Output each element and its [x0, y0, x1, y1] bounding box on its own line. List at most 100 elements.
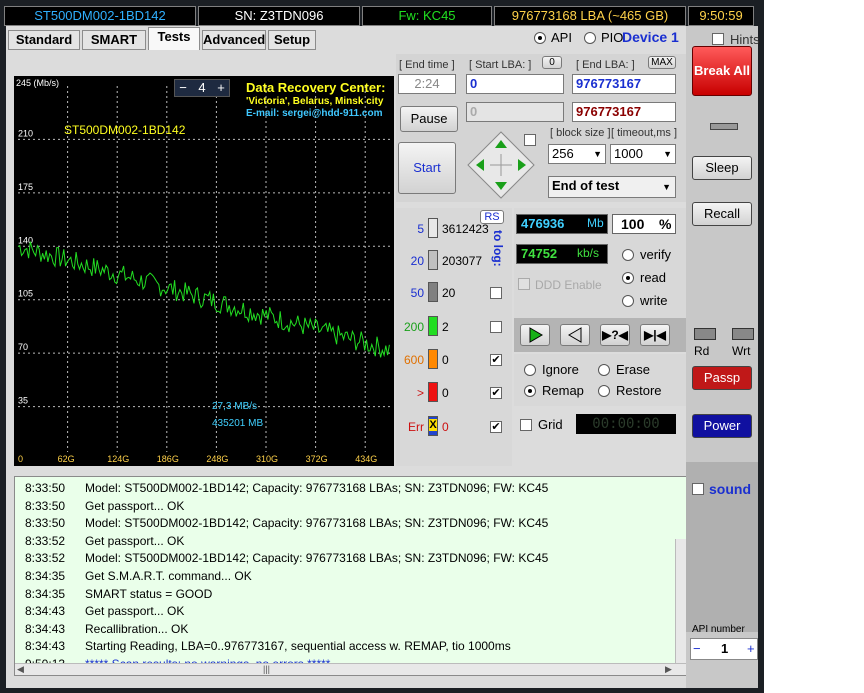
erase-label: Erase	[616, 362, 650, 377]
end-lba-max-button[interactable]: MAX	[648, 56, 676, 69]
block-threshold: 5	[417, 222, 424, 236]
ddd-enable-label: DDD Enable	[535, 278, 602, 292]
rd-indicator	[694, 328, 716, 340]
log-message: Get passport... OK	[85, 604, 185, 619]
y-tick-label: 105	[18, 289, 33, 299]
pause-button[interactable]: Pause	[400, 106, 458, 132]
scroll-thumb-grip-icon[interactable]: |||	[263, 664, 270, 674]
end-action-select[interactable]: End of test ▼	[548, 176, 676, 198]
api-number-spinner[interactable]: − 1 +	[690, 638, 758, 660]
log-message: Get passport... OK	[85, 533, 185, 548]
skip-end-button[interactable]: ▶|◀	[640, 324, 670, 346]
api-number-plus[interactable]: +	[747, 641, 755, 656]
log-horizontal-scrollbar[interactable]: ◀ ||| ▶	[15, 663, 687, 675]
play-button[interactable]	[520, 324, 550, 346]
log-row: 8:34:43 Get passport... OK	[25, 603, 184, 620]
api-radio[interactable]	[534, 32, 546, 44]
write-radio[interactable]	[622, 295, 634, 307]
tab-setup[interactable]: Setup	[268, 30, 316, 50]
scroll-right-icon[interactable]: ▶	[665, 664, 672, 675]
ignore-radio[interactable]	[524, 364, 536, 376]
verify-label: verify	[640, 247, 672, 262]
sleep-button[interactable]: Sleep	[692, 156, 752, 180]
break-indicator	[710, 123, 738, 130]
device-label[interactable]: Device 1	[622, 29, 679, 45]
log-checkbox[interactable]	[490, 321, 502, 333]
end-time-input[interactable]: 2:24	[398, 74, 456, 94]
x-tick-label: 0	[18, 454, 23, 464]
chevron-down-icon: ▼	[593, 149, 602, 159]
skip-unknown-button[interactable]: ▶?◀	[600, 324, 630, 346]
log-time: 8:33:52	[25, 533, 66, 548]
back-icon	[568, 327, 582, 343]
break-all-button[interactable]: Break All	[692, 46, 752, 96]
passp-button[interactable]: Passp	[692, 366, 752, 390]
log-checkbox[interactable]: ✔	[490, 421, 502, 433]
log-message: Model: ST500DM002-1BD142; Capacity: 9767…	[85, 516, 549, 531]
block-color-swatch	[428, 250, 438, 270]
log-checkbox[interactable]	[490, 287, 502, 299]
log-row: 8:33:50 Model: ST500DM002-1BD142; Capacit…	[25, 480, 548, 497]
x-tick-label: 248G	[206, 454, 228, 464]
log-checkbox[interactable]: ✔	[490, 387, 502, 399]
timeout-select[interactable]: 1000 ▼	[610, 144, 676, 164]
percent-display: 100 %	[612, 214, 676, 234]
block-count: 0	[442, 420, 449, 434]
tab-tests[interactable]: Tests	[148, 27, 200, 50]
block-size-select[interactable]: 256 ▼	[548, 144, 606, 164]
grid-label: Grid	[538, 417, 563, 432]
log-checkbox[interactable]: ✔	[490, 354, 502, 366]
drive-firmware: Fw: KC45	[362, 6, 492, 26]
rd-label: Rd	[694, 344, 710, 358]
block-threshold: 600	[403, 353, 424, 367]
direction-checkbox[interactable]	[524, 134, 536, 146]
zoom-plus[interactable]: +	[214, 80, 228, 95]
drive-serial: SN: Z3TDN096	[198, 6, 360, 26]
log-row: 8:33:50 Get passport... OK	[25, 498, 184, 515]
recall-button[interactable]: Recall	[692, 202, 752, 226]
read-radio[interactable]	[622, 272, 634, 284]
block-count: 0	[442, 353, 449, 367]
back-button[interactable]	[560, 324, 590, 346]
log-time: 8:34:35	[25, 586, 66, 601]
timeout-label: [ timeout,ms ]	[611, 127, 678, 139]
remap-radio[interactable]	[524, 385, 536, 397]
sound-checkbox[interactable]	[692, 483, 704, 495]
log-message: Model: ST500DM002-1BD142; Capacity: 9767…	[85, 481, 549, 495]
log-message: Starting Reading, LBA=0..976773167, sequ…	[85, 639, 511, 654]
log-time: 8:33:50	[25, 481, 66, 495]
log-row: 8:34:35 Get S.M.A.R.T. command... OK	[25, 568, 252, 585]
ddd-enable-checkbox[interactable]	[518, 278, 530, 290]
start-button[interactable]: Start	[398, 142, 456, 194]
zoom-minus[interactable]: −	[176, 80, 190, 95]
log-message: Model: ST500DM002-1BD142; Capacity: 9767…	[85, 551, 549, 566]
tab-advanced[interactable]: Advanced	[202, 30, 266, 50]
side-panel: Break All Sleep Recall Rd Wrt Passp Powe…	[686, 26, 758, 688]
log-panel[interactable]: 8:33:50 Model: ST500DM002-1BD142; Capacit…	[14, 476, 688, 676]
restore-radio[interactable]	[598, 385, 610, 397]
log-message: SMART status = GOOD	[85, 586, 213, 601]
end-lba-input[interactable]: 976773167	[572, 74, 676, 94]
start-lba-zero-button[interactable]: 0	[542, 56, 562, 69]
speed-display: 74752 kb/s	[516, 244, 608, 264]
sound-label: sound	[709, 481, 751, 497]
grid-checkbox[interactable]	[520, 419, 532, 431]
pio-radio[interactable]	[584, 32, 596, 44]
start-lba-input[interactable]: 0	[466, 74, 564, 94]
block-color-swatch	[428, 282, 438, 302]
api-number-minus[interactable]: −	[693, 641, 701, 656]
error-mark-icon: X	[429, 419, 437, 431]
erase-radio[interactable]	[598, 364, 610, 376]
x-tick-label: 186G	[157, 454, 179, 464]
power-button[interactable]: Power	[692, 414, 752, 438]
tab-smart[interactable]: SMART	[82, 30, 146, 50]
percent-unit: %	[659, 216, 672, 232]
tab-standard[interactable]: Standard	[8, 30, 80, 50]
block-count: 2	[442, 320, 449, 334]
recovery-email[interactable]: E-mail: sergei@hdd-911.com	[246, 108, 382, 119]
verify-radio[interactable]	[622, 249, 634, 261]
scroll-left-icon[interactable]: ◀	[17, 664, 24, 675]
log-time: 8:33:50	[25, 498, 66, 513]
block-color-swatch	[428, 316, 438, 336]
hints-checkbox[interactable]	[712, 33, 724, 45]
